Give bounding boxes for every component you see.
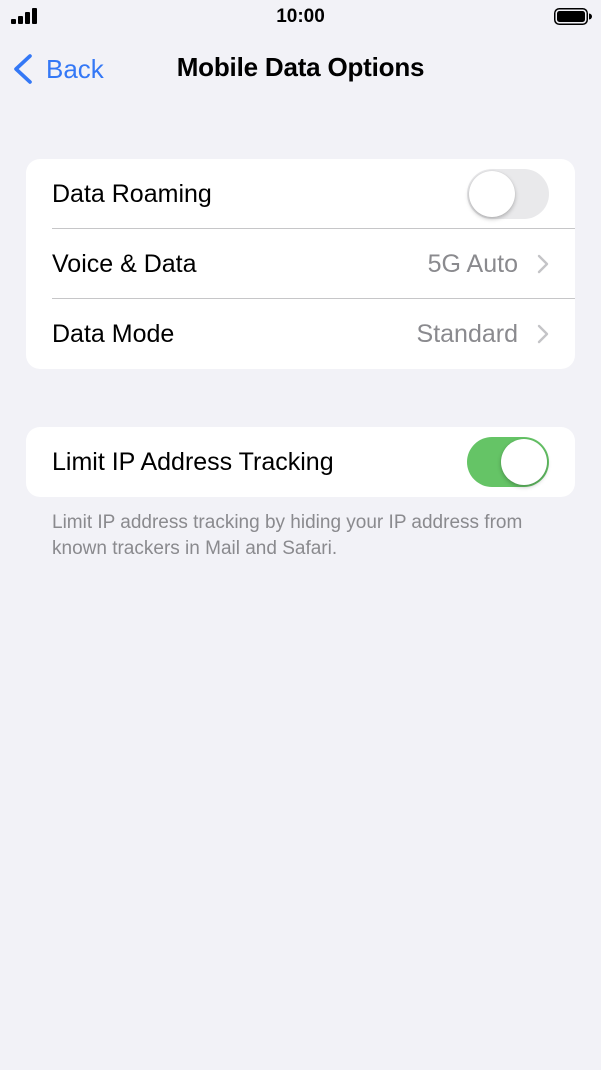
mobile-data-settings-group: Data Roaming Voice & Data 5G Auto Data M… [26,159,575,369]
toggle-knob [501,439,547,485]
status-time: 10:00 [276,6,325,27]
limit-ip-tracking-label: Limit IP Address Tracking [52,447,334,476]
ip-tracking-group: Limit IP Address Tracking [26,427,575,497]
chevron-right-icon [537,324,549,344]
voice-and-data-value: 5G Auto [427,249,518,278]
voice-and-data-label: Voice & Data [52,249,197,278]
navigation-bar: Back Mobile Data Options [0,40,601,96]
data-roaming-label: Data Roaming [52,179,212,208]
ip-tracking-footnote: Limit IP address tracking by hiding your… [52,512,523,559]
chevron-right-icon [537,254,549,274]
status-bar: 10:00 [0,0,601,34]
limit-ip-tracking-toggle[interactable] [467,437,549,487]
voice-and-data-row[interactable]: Voice & Data 5G Auto [26,229,575,299]
toggle-knob [469,171,515,217]
limit-ip-tracking-row: Limit IP Address Tracking [26,427,575,497]
data-mode-value: Standard [416,319,518,348]
data-mode-label: Data Mode [52,319,175,348]
battery-icon [554,8,592,25]
page-title: Mobile Data Options [176,52,425,82]
data-roaming-row: Data Roaming [26,159,575,229]
data-mode-row[interactable]: Data Mode Standard [26,299,575,369]
data-roaming-toggle[interactable] [467,169,549,219]
